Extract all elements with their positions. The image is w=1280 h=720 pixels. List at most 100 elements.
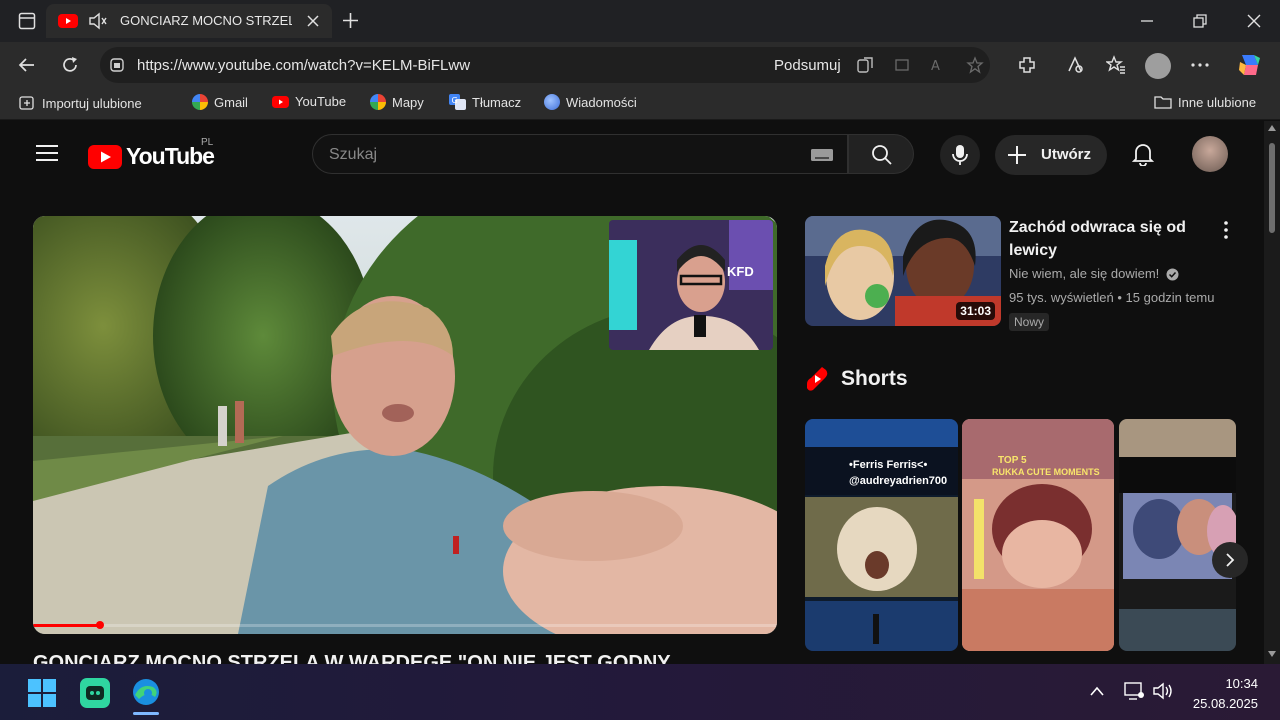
favorite-youtube[interactable]: YouTube [272, 94, 346, 109]
short-item[interactable]: TOP 5 RUKKA CUTE MOMENTS [962, 419, 1114, 651]
copilot-compose-icon[interactable] [856, 57, 874, 75]
favorites-icon[interactable] [1106, 55, 1126, 75]
favorite-label: Tłumacz [472, 94, 522, 110]
microphone-icon [952, 144, 968, 166]
google-icon [370, 94, 386, 110]
favorite-gmail[interactable]: Gmail [192, 94, 248, 110]
shorts-header: Shorts [807, 366, 908, 392]
favorite-label: Mapy [392, 94, 424, 110]
refresh-icon[interactable] [60, 55, 80, 75]
recommendation-title[interactable]: Zachód odwraca się od lewicy [1009, 216, 1209, 262]
video-title: GONCIARZ MOCNO STRZELA W WARDEGE "ON NIE… [33, 652, 671, 664]
new-tab-icon[interactable] [342, 12, 359, 29]
recommendation-channel[interactable]: Nie wiem, ale się dowiem! [1009, 266, 1179, 281]
video-progress-fill [33, 624, 100, 627]
youtube-masthead: YouTube PL Szukaj Utwórz [0, 121, 1264, 187]
search-box[interactable]: Szukaj [312, 134, 848, 174]
page-scrollbar[interactable] [1264, 121, 1280, 664]
create-button[interactable]: Utwórz [995, 135, 1107, 175]
speaker-audio-icon[interactable] [88, 12, 108, 30]
summarize-button[interactable]: Podsumuj [774, 57, 841, 74]
close-tab-icon[interactable] [306, 14, 320, 28]
streamer-webcam-overlay: KFD [609, 220, 773, 350]
close-window-icon[interactable] [1247, 14, 1261, 28]
windows-taskbar: 10:34 25.08.2025 [0, 664, 1280, 720]
search-button[interactable] [848, 134, 914, 174]
site-info-icon[interactable] [109, 57, 125, 73]
browser-tab-active[interactable]: GONCIARZ MOCNO STRZELA [46, 4, 332, 38]
import-icon [18, 94, 36, 112]
active-app-indicator [133, 712, 159, 715]
notifications-bell-icon[interactable] [1132, 142, 1154, 166]
edge-browser-icon[interactable] [131, 677, 161, 707]
chevron-right-icon [1224, 552, 1236, 568]
create-label: Utwórz [1041, 146, 1091, 163]
kfd-overlay-label: KFD [727, 264, 754, 279]
copilot-icon[interactable] [1236, 52, 1264, 78]
favorite-news[interactable]: Wiadomości [544, 94, 637, 110]
new-badge: Nowy [1009, 313, 1050, 331]
network-icon[interactable] [1124, 682, 1144, 700]
youtube-logo[interactable]: YouTube [88, 143, 215, 170]
extensions-icon[interactable] [1017, 55, 1037, 75]
other-favorites-label: Inne ulubione [1178, 94, 1257, 110]
profile-avatar[interactable] [1145, 53, 1171, 79]
recommendation-meta: 95 tys. wyświetleń • 15 godzin temu [1009, 290, 1215, 305]
show-hidden-icons-icon[interactable] [1089, 685, 1105, 697]
favorite-translate[interactable]: G Tłumacz [449, 94, 521, 110]
voice-search-button[interactable] [940, 135, 980, 175]
more-actions-icon[interactable] [1217, 220, 1235, 240]
youtube-icon [272, 95, 289, 108]
add-favorite-star-icon[interactable] [966, 56, 984, 74]
shorts-next-button[interactable] [1212, 542, 1248, 578]
more-options-icon[interactable] [1190, 55, 1210, 75]
tab-title: GONCIARZ MOCNO STRZELA [120, 13, 292, 28]
system-clock[interactable]: 10:34 25.08.2025 [1193, 674, 1258, 714]
short-item[interactable] [1119, 419, 1236, 651]
split-screen-icon[interactable] [894, 57, 910, 73]
clock-time: 10:34 [1225, 676, 1258, 691]
youtube-favicon-icon [58, 14, 78, 28]
short-caption: •Ferris Ferris<• [849, 459, 928, 471]
scrollbar-thumb[interactable] [1269, 143, 1275, 233]
discord-app-icon[interactable] [80, 678, 110, 708]
favorite-label: Gmail [214, 94, 248, 110]
other-favorites-link[interactable]: Inne ulubione [1154, 94, 1256, 110]
restore-icon[interactable] [1193, 14, 1207, 28]
clock-date: 25.08.2025 [1192, 696, 1258, 711]
tab-actions-icon[interactable] [18, 12, 36, 30]
minimize-icon[interactable] [1140, 14, 1154, 28]
favorite-label: Wiadomości [566, 94, 637, 110]
news-icon [544, 94, 560, 110]
import-favorites-link[interactable]: Importuj ulubione [18, 94, 142, 112]
search-input[interactable]: Szukaj [329, 146, 377, 164]
windows-start-icon[interactable] [28, 679, 56, 707]
address-bar[interactable]: https://www.youtube.com/watch?v=KELM-BiF… [100, 47, 990, 83]
shorts-heading: Shorts [841, 367, 908, 390]
menu-hamburger-icon[interactable] [36, 144, 58, 162]
recommendation-thumbnail[interactable]: 31:03 [805, 216, 1001, 326]
browser-toolbar: https://www.youtube.com/watch?v=KELM-BiF… [0, 42, 1280, 88]
svg-text:G: G [452, 96, 458, 105]
video-player[interactable]: KFD [33, 216, 777, 634]
google-icon [192, 94, 208, 110]
favorite-maps[interactable]: Mapy [370, 94, 424, 110]
browser-essentials-icon[interactable] [1065, 55, 1085, 75]
back-icon[interactable] [17, 55, 37, 75]
scroll-down-icon[interactable] [1268, 651, 1276, 657]
account-avatar[interactable] [1192, 136, 1228, 172]
url-text[interactable]: https://www.youtube.com/watch?v=KELM-BiF… [137, 57, 470, 74]
folder-icon [1154, 94, 1172, 110]
scroll-up-icon[interactable] [1268, 125, 1276, 131]
short-caption: TOP 5 [998, 455, 1027, 466]
short-item[interactable]: •Ferris Ferris<• @audreyadrien700 [805, 419, 958, 651]
favorites-bar: Importuj ulubione Gmail YouTube Mapy G T… [0, 88, 1280, 120]
short-subcaption: RUKKA CUTE MOMENTS [992, 467, 1100, 477]
volume-icon[interactable] [1152, 682, 1174, 700]
video-duration: 31:03 [956, 302, 995, 320]
channel-name: Nie wiem, ale się dowiem! [1009, 266, 1160, 281]
shorts-icon [807, 366, 829, 392]
read-aloud-icon[interactable]: A [930, 57, 946, 73]
svg-text:A: A [931, 59, 940, 73]
keyboard-icon[interactable] [811, 149, 833, 161]
